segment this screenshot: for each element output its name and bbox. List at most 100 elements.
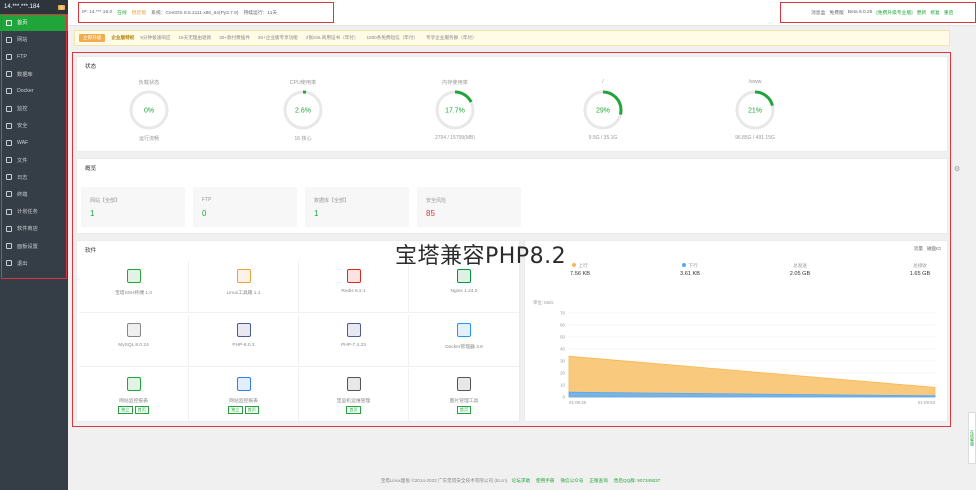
status-gauge[interactable]: 内存使用率 17.7% 2794 / 15799(MB) bbox=[395, 79, 515, 141]
software-item[interactable]: Docker管理器 3.8 bbox=[409, 315, 519, 367]
sidebar-item[interactable]: 安全 bbox=[0, 117, 68, 134]
footer-link[interactable]: 正版查询 bbox=[589, 478, 607, 483]
overview-card-value[interactable]: 1 bbox=[90, 209, 94, 218]
overview-card[interactable]: 数据库【全部】 1 bbox=[305, 187, 409, 227]
sidebar-item[interactable]: 文件 bbox=[0, 152, 68, 169]
sidebar-item[interactable]: 面板设置 bbox=[0, 237, 68, 254]
software-action-button[interactable]: 首页 bbox=[244, 406, 259, 414]
sidebar-item[interactable]: 首页 bbox=[0, 14, 68, 32]
software-item[interactable]: 堡垒机运维管理 首页 bbox=[299, 369, 409, 421]
online-status: 在线 bbox=[117, 11, 127, 16]
sidebar-item-label: 退出 bbox=[17, 260, 28, 267]
software-action-button[interactable]: 首页 bbox=[346, 406, 361, 414]
sidebar-item[interactable]: 软件商店 bbox=[0, 220, 68, 237]
gauge-value: 29% bbox=[596, 108, 610, 115]
software-action-button[interactable]: 首页 bbox=[456, 406, 472, 414]
software-item[interactable]: 网站监控报表 独立 首页 bbox=[79, 369, 189, 421]
shield-icon bbox=[6, 122, 12, 129]
software-action-button[interactable]: 独立 bbox=[228, 406, 243, 414]
ftp-icon bbox=[6, 53, 12, 60]
y-tick-label: 30 bbox=[560, 359, 565, 364]
software-item[interactable]: PHP-7.4.33 bbox=[299, 315, 409, 367]
software-item[interactable]: 网站监控报表 独立 首页 bbox=[189, 369, 299, 421]
sidebar-item[interactable]: 数据库 bbox=[0, 66, 68, 83]
update-link[interactable]: 更新 bbox=[917, 9, 927, 16]
traffic-chart: 0 10 20 30 40 50 60 70 01:09:45 01:09:53 bbox=[560, 311, 935, 406]
traffic-stat-label: 上行 bbox=[578, 263, 588, 268]
software-item[interactable]: Redis 6.2.1 bbox=[299, 261, 409, 313]
status-gauge[interactable]: 负载状态 0% 运行流畅 bbox=[89, 79, 209, 142]
upgrade-now-button[interactable]: 立即升级 bbox=[79, 34, 106, 42]
uptime-info: 持续运行：11天 bbox=[243, 11, 278, 16]
fix-link[interactable]: 修复 bbox=[930, 9, 940, 16]
software-name: 网站监控报表 bbox=[119, 399, 148, 404]
server-info-box: IP: 14.***.16.0 在线 稳定版 系统：CentOS 8.5.211… bbox=[78, 2, 334, 23]
notification-badge[interactable]: 0 bbox=[58, 4, 65, 10]
store-icon bbox=[6, 225, 12, 232]
online-service-tab[interactable]: 在线客服 bbox=[968, 412, 976, 464]
tab-disk-io[interactable]: 磁盘IO bbox=[927, 246, 941, 252]
software-item[interactable]: Linux工具箱 1.1 bbox=[189, 261, 299, 313]
tools-icon bbox=[236, 269, 251, 283]
sidebar-item[interactable]: 监控 bbox=[0, 100, 68, 117]
upgrade-link[interactable]: [免费升级专业版] bbox=[876, 9, 912, 16]
sidebar-item-label: 数据库 bbox=[17, 71, 33, 78]
gauge-label: / bbox=[602, 79, 604, 85]
gear-icon[interactable]: ⚙ bbox=[954, 165, 960, 173]
traffic-stat-label: 总接收 bbox=[913, 263, 927, 268]
overview-card[interactable]: 网站【全部】 1 bbox=[81, 187, 185, 227]
footer-link[interactable]: 论坛求助 bbox=[512, 478, 530, 483]
sidebar-item[interactable]: 计划任务 bbox=[0, 203, 68, 220]
software-actions: 首页 bbox=[299, 406, 408, 414]
software-item[interactable]: 图片管理工具 首页 bbox=[409, 369, 519, 421]
sidebar-item[interactable]: 日志 bbox=[0, 169, 68, 186]
footer-link[interactable]: 售后QQ群: 907345037 bbox=[614, 478, 660, 483]
overview-card-value[interactable]: 0 bbox=[202, 209, 206, 218]
gauge-ring: 21% bbox=[735, 90, 775, 130]
software-action-button[interactable]: 首页 bbox=[134, 406, 149, 414]
sidebar-item-label: 面板设置 bbox=[17, 243, 38, 250]
promo-benefit: 1000条免费短信（年付） bbox=[366, 35, 419, 40]
sidebar-item-label: 终端 bbox=[17, 191, 28, 198]
footer: 宝塔Linux面板 ©2014-2023 广东堡塔安全技术有限公司 (bt.cn… bbox=[68, 478, 976, 484]
software-name: Redis 6.2.1 bbox=[341, 289, 366, 294]
terminal-icon bbox=[6, 191, 12, 198]
gauge-subtext: 96.85G / 491.15G bbox=[735, 135, 775, 141]
sidebar-item[interactable]: 网站 bbox=[0, 31, 68, 48]
overview-card[interactable]: 安全风险 85 bbox=[417, 187, 521, 227]
software-action-button[interactable]: 独立 bbox=[118, 406, 133, 414]
message-box-link[interactable]: 消息盒 bbox=[811, 9, 825, 16]
software-name: Linux工具箱 1.1 bbox=[226, 291, 261, 296]
traffic-tabs: 流量 磁盘IO bbox=[914, 246, 941, 252]
status-gauge[interactable]: / 29% 9.5G / 35.1G bbox=[543, 79, 663, 141]
tab-traffic[interactable]: 流量 bbox=[914, 246, 923, 252]
software-title: 软件 bbox=[85, 248, 97, 254]
x-tick-label: 01:09:45 bbox=[569, 400, 587, 405]
status-gauge[interactable]: /www 21% 96.85G / 491.15G bbox=[695, 79, 815, 141]
footer-link[interactable]: 使用手册 bbox=[536, 478, 554, 483]
restart-link[interactable]: 重启 bbox=[944, 9, 954, 16]
software-actions: 独立 首页 bbox=[79, 406, 188, 414]
promo-benefit: 5分钟极速响应 bbox=[140, 35, 171, 40]
overview-title: 概览 bbox=[85, 166, 97, 172]
software-item[interactable]: PHP-8.0.3 bbox=[189, 315, 299, 367]
sidebar-item-label: 监控 bbox=[17, 106, 28, 113]
sidebar-item[interactable]: Docker bbox=[0, 83, 68, 100]
status-gauge[interactable]: CPU使用率 2.6% 16 核心 bbox=[243, 79, 363, 142]
software-item[interactable]: MySQL 8.0.24 bbox=[79, 315, 189, 367]
software-item[interactable]: 宝塔SSH终端 1.0 bbox=[79, 261, 189, 313]
waf-icon bbox=[6, 139, 12, 146]
legend-dot bbox=[682, 263, 687, 267]
y-tick-label: 0 bbox=[563, 395, 566, 400]
overview-card-value[interactable]: 85 bbox=[426, 209, 435, 218]
sidebar-item[interactable]: 终端 bbox=[0, 186, 68, 203]
sidebar: 14.***.***.184 0 首页 网站 FTP 数据库 Docker 监控 安全 WAF… bbox=[0, 0, 68, 490]
overview-card-value[interactable]: 1 bbox=[314, 209, 318, 218]
sidebar-item[interactable]: WAF bbox=[0, 134, 68, 151]
traffic-panel: 流量 磁盘IO 上行 7.56 KB 下行 3.61 KB 总发送 2.05 GB 总接收 1… bbox=[524, 240, 948, 422]
footer-link[interactable]: 微信公众号 bbox=[560, 478, 583, 483]
sidebar-item[interactable]: FTP bbox=[0, 48, 68, 65]
overview-card[interactable]: FTP 0 bbox=[193, 187, 297, 227]
sidebar-item[interactable]: 退出 bbox=[0, 255, 68, 272]
promo-bar: 立即升级 企业版特权 5分钟极速响应 15天无理由退款 30+款付费插件 20+企业版… bbox=[74, 30, 950, 46]
